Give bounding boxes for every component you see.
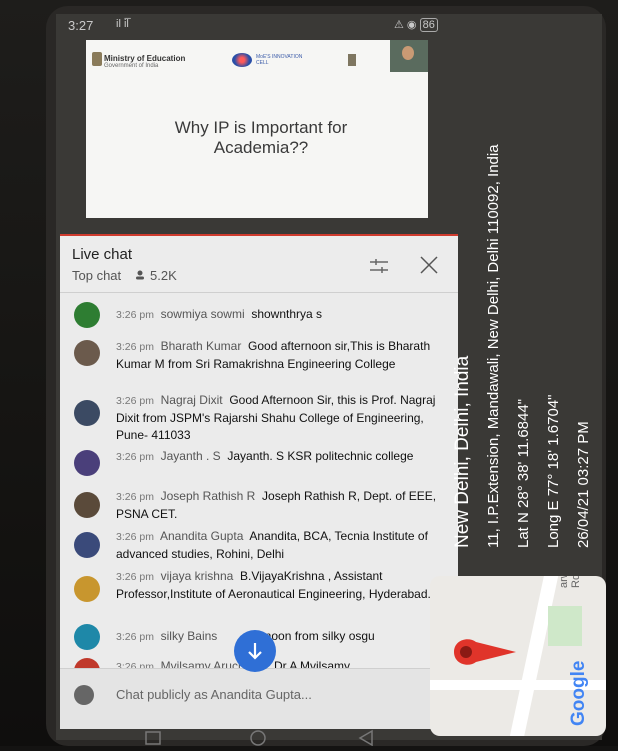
avatar xyxy=(74,576,100,602)
message-author: silky Bains xyxy=(160,629,218,643)
message-author: Bharath Kumar xyxy=(160,339,242,353)
scroll-down-button[interactable] xyxy=(234,630,276,672)
map-road-label: arwana Rd xyxy=(558,576,582,588)
innovation-cell-logo xyxy=(232,53,252,67)
message-author: Nagraj Dixit xyxy=(160,393,223,407)
battery-indicator: ⚠ ◉ 86 xyxy=(394,18,438,32)
message-text: Jayanth. S KSR politechnic college xyxy=(227,449,414,463)
avatar xyxy=(74,302,100,328)
recent-apps-icon[interactable] xyxy=(145,731,161,745)
status-bar: 3:27 il il̅ ⚠ ◉ 86 xyxy=(62,16,442,38)
arrow-down-icon xyxy=(248,643,262,660)
geo-city: New Delhi, Delhi, India xyxy=(452,355,473,548)
filter-icon[interactable] xyxy=(370,258,388,274)
message-time: 3:26 pm xyxy=(116,341,154,353)
avatar xyxy=(74,624,100,650)
viewers-icon xyxy=(136,270,144,280)
viewer-count: 5.2K xyxy=(150,268,177,283)
presentation-slide: Ministry of Education Government of Indi… xyxy=(86,40,428,218)
avatar xyxy=(74,450,100,476)
message-time: 3:26 pm xyxy=(116,571,154,583)
geotag-overlay: New Delhi, Delhi, India 11, I.P.Extensio… xyxy=(452,144,592,548)
message-author: Anandita Gupta xyxy=(159,529,244,543)
message-author: Jayanth . S xyxy=(160,449,221,463)
speaker-video-thumbnail[interactable] xyxy=(390,40,428,72)
message-time: 3:26 pm xyxy=(116,395,154,407)
message-time: 3:26 pm xyxy=(116,631,154,643)
location-map: arwana Rd Google xyxy=(430,576,606,736)
speaker-face xyxy=(402,46,414,60)
geo-latitude: Lat N 28° 38' 11.6844" xyxy=(515,399,532,548)
message-time: 3:26 pm xyxy=(116,531,154,543)
status-time: 3:27 xyxy=(68,18,94,33)
emoji-icon[interactable] xyxy=(74,685,94,705)
message-author: sowmiya sowmi xyxy=(160,307,245,321)
message-time: 3:26 pm xyxy=(116,491,154,503)
avatar xyxy=(74,492,100,518)
chat-input-bar: Chat publicly as Anandita Gupta... xyxy=(60,668,458,729)
map-pin-icon xyxy=(454,639,516,665)
ministry-logo: Ministry of Education Government of Indi… xyxy=(104,54,185,69)
battery-level: 86 xyxy=(419,18,438,32)
innovation-cell-name: MoE'S INNOVATION CELL xyxy=(256,54,303,66)
message-author: Joseph Rathish R xyxy=(160,489,256,503)
home-icon[interactable] xyxy=(250,730,266,746)
slide-title: Why IP is Important for Academia?? xyxy=(174,118,348,157)
message-time: 3:26 pm xyxy=(116,309,154,321)
ministry-name: Ministry of Education xyxy=(104,54,186,63)
geo-longitude: Long E 77° 18' 1.6704" xyxy=(545,395,562,548)
back-icon[interactable] xyxy=(358,729,373,747)
chat-input[interactable]: Chat publicly as Anandita Gupta... xyxy=(116,687,312,702)
avatar xyxy=(74,340,100,366)
avatar xyxy=(74,532,100,558)
chat-mode-selector[interactable]: Top chat xyxy=(72,268,121,283)
message-text: shownthrya s xyxy=(251,307,323,321)
ministry-sub: Government of India xyxy=(104,63,159,69)
emblem-icon-2 xyxy=(348,54,356,66)
message-author: vijaya krishna xyxy=(160,569,234,583)
geo-datetime: 26/04/21 03:27 PM xyxy=(575,421,592,548)
geo-address: 11, I.P.Extension, Mandawali, New Delhi,… xyxy=(485,144,502,548)
nav-bar xyxy=(60,726,458,747)
emblem-icon xyxy=(92,52,102,66)
chat-header: Live chat Top chat 5.2K xyxy=(60,236,458,293)
map-park xyxy=(548,606,582,646)
chat-title: Live chat xyxy=(72,246,133,263)
avatar xyxy=(74,400,100,426)
google-logo: Google xyxy=(568,660,589,726)
message-time: 3:26 pm xyxy=(116,451,154,463)
signal-icon: il il̅ xyxy=(116,18,129,30)
